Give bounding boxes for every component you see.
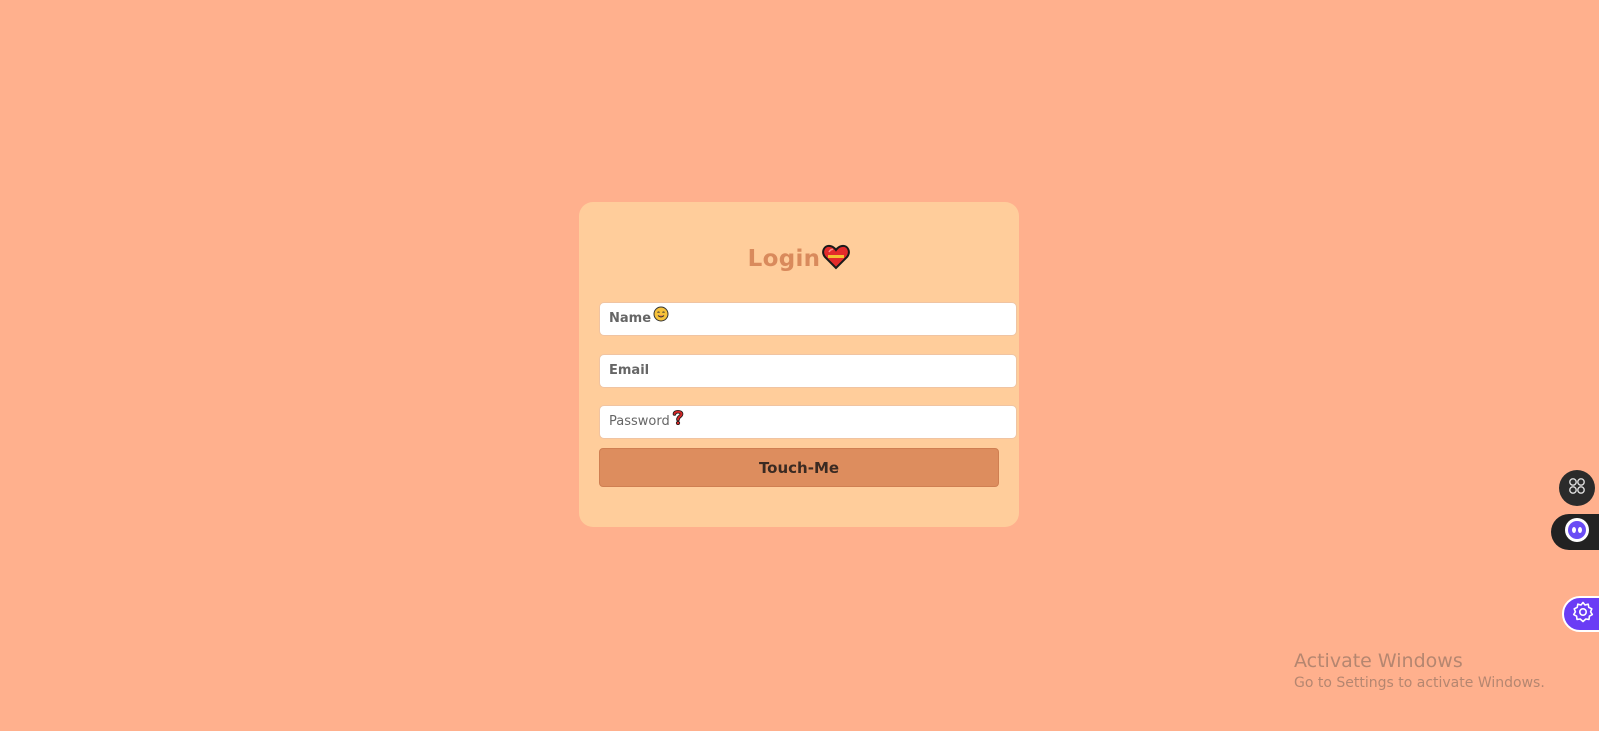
watermark-subtitle: Go to Settings to activate Windows. bbox=[1294, 675, 1545, 691]
bot-face-icon bbox=[1564, 517, 1590, 547]
password-input[interactable] bbox=[600, 406, 1016, 438]
email-field-wrapper: Email bbox=[599, 354, 1017, 388]
settings-widget-button[interactable] bbox=[1562, 596, 1599, 632]
touch-me-button[interactable]: Touch-Me bbox=[599, 448, 999, 487]
login-card: Login Name Email Password Touch-Me bbox=[579, 202, 1019, 527]
email-input[interactable] bbox=[600, 355, 1016, 387]
grid-icon bbox=[1568, 477, 1586, 499]
name-field-wrapper: Name bbox=[599, 302, 1017, 336]
gear-icon bbox=[1572, 601, 1594, 627]
windows-activation-watermark: Activate Windows Go to Settings to activ… bbox=[1294, 649, 1545, 693]
grid-widget-button[interactable] bbox=[1559, 470, 1595, 506]
name-input[interactable] bbox=[600, 303, 1016, 335]
heart-icon bbox=[822, 244, 851, 276]
assistant-widget-button[interactable] bbox=[1551, 514, 1599, 550]
login-title: Login bbox=[579, 244, 1019, 276]
watermark-title: Activate Windows bbox=[1294, 650, 1463, 672]
page: Login Name Email Password Touch-Me Activ… bbox=[0, 0, 1599, 731]
login-title-text: Login bbox=[747, 246, 821, 272]
password-field-wrapper: Password bbox=[599, 405, 1017, 439]
